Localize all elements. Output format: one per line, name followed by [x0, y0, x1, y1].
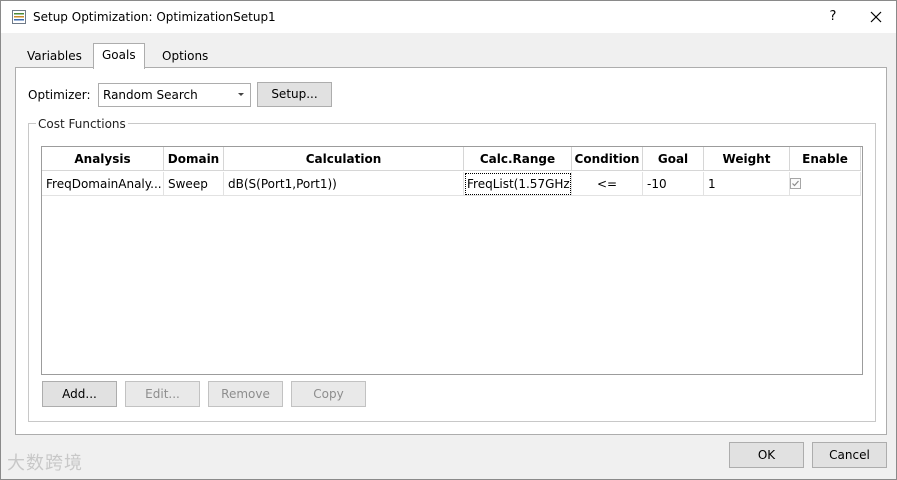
column-header-calculation[interactable]: Calculation — [224, 147, 464, 171]
cell-analysis[interactable]: FreqDomainAnaly... — [42, 172, 164, 196]
watermark-logo: 大数跨境 — [7, 453, 83, 474]
remove-cost-function-button[interactable]: Remove — [208, 381, 283, 407]
window-app-icon — [12, 10, 26, 24]
window-title: Setup Optimization: OptimizationSetup1 — [33, 10, 276, 24]
chevron-down-icon — [238, 93, 244, 96]
copy-cost-function-button[interactable]: Copy — [291, 381, 366, 407]
cancel-button[interactable]: Cancel — [812, 442, 887, 468]
cost-functions-title: Cost Functions — [36, 117, 128, 131]
column-header-domain[interactable]: Domain — [164, 147, 224, 171]
cell-enable — [790, 172, 861, 196]
cell-domain[interactable]: Sweep — [164, 172, 224, 196]
column-header-weight[interactable]: Weight — [704, 147, 790, 171]
optimizer-label: Optimizer: — [28, 88, 91, 102]
column-header-condition[interactable]: Condition — [572, 147, 643, 171]
tab-options[interactable]: Options — [154, 45, 216, 67]
optimizer-selected-value: Random Search — [103, 88, 198, 102]
tab-variables[interactable]: Variables — [19, 45, 90, 67]
cell-weight[interactable]: 1 — [704, 172, 790, 196]
column-header-goal[interactable]: Goal — [643, 147, 704, 171]
ok-button[interactable]: OK — [729, 442, 804, 468]
help-button[interactable]: ? — [823, 7, 843, 27]
tab-goals[interactable]: Goals — [93, 43, 145, 69]
cost-functions-table: Analysis Domain Calculation Calc.Range C… — [41, 146, 863, 375]
enable-checkbox[interactable] — [790, 178, 801, 189]
cell-calc-range[interactable]: FreqList(1.57GHz) — [464, 172, 572, 196]
close-icon[interactable] — [866, 7, 886, 27]
add-cost-function-button[interactable]: Add... — [42, 381, 117, 407]
cell-condition[interactable]: <= — [572, 172, 643, 196]
column-header-calc-range[interactable]: Calc.Range — [464, 147, 572, 171]
title-bar: Setup Optimization: OptimizationSetup1 ? — [1, 1, 896, 33]
optimizer-setup-button[interactable]: Setup... — [257, 82, 332, 107]
column-header-analysis[interactable]: Analysis — [42, 147, 164, 171]
column-header-enable[interactable]: Enable — [790, 147, 861, 171]
cell-goal[interactable]: -10 — [643, 172, 704, 196]
setup-optimization-dialog: Setup Optimization: OptimizationSetup1 ?… — [0, 0, 897, 480]
cell-calculation[interactable]: dB(S(Port1,Port1)) — [224, 172, 464, 196]
edit-cost-function-button[interactable]: Edit... — [125, 381, 200, 407]
optimizer-select[interactable]: Random Search — [98, 83, 251, 107]
